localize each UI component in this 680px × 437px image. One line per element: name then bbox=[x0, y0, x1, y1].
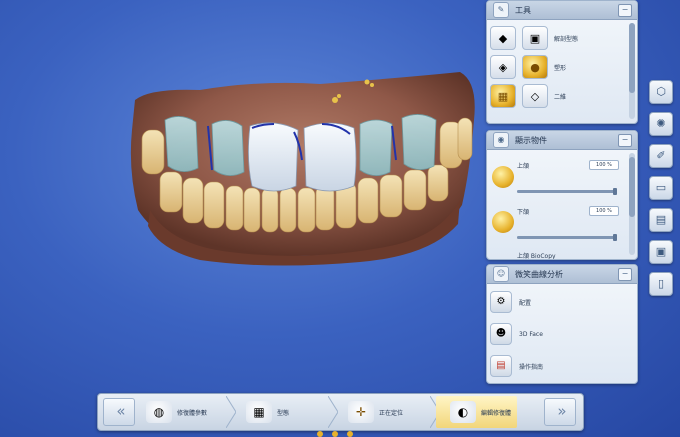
display-objects-panel: ◉ 顯示物件 − 上頜 100 % 下頜 100 % 上頜 BioCopy bbox=[486, 130, 638, 260]
smile-panel-header[interactable]: ☺ 微笑曲線分析 − bbox=[487, 265, 637, 284]
upper-jaw-biocopy-label: 上頜 BioCopy bbox=[517, 253, 556, 260]
display-panel-header[interactable]: ◉ 顯示物件 − bbox=[487, 131, 637, 150]
upper-jaw-icon[interactable] bbox=[492, 166, 514, 188]
display-panel-title: 顯示物件 bbox=[515, 135, 547, 145]
collapse-button[interactable]: − bbox=[618, 4, 632, 17]
smile-item-guide[interactable]: ▤ 操作指南 bbox=[490, 355, 543, 377]
shape-tooth-icon: ● bbox=[522, 55, 548, 79]
tools-panel: ✎ 工具 − ◆ ▣ 解剖型態 ◈ ● 塑形 ▦ ◇ 二維 bbox=[486, 0, 638, 124]
tooth-mesh-icon: ▦ bbox=[246, 401, 272, 423]
scan-icon[interactable]: ▤ bbox=[649, 208, 673, 232]
smile-analysis-panel: ☺ 微笑曲線分析 − ⚙ 配置 ☻ 3D Face ▤ 操作指南 bbox=[486, 264, 638, 384]
lower-jaw-percent[interactable]: 100 % bbox=[589, 206, 619, 216]
tooth-settings-icon: ◍ bbox=[146, 401, 172, 423]
upper-jaw-percent[interactable]: 100 % bbox=[589, 160, 619, 170]
smile-item-label: 操作指南 bbox=[519, 363, 544, 371]
tool-item-shape[interactable]: ◈ ● 塑形 bbox=[490, 54, 566, 80]
tool-item-label: 塑形 bbox=[554, 64, 567, 72]
upper-jaw-label: 上頜 bbox=[517, 163, 530, 170]
collapse-button[interactable]: − bbox=[618, 268, 632, 281]
screen-icon[interactable]: ▭ bbox=[649, 176, 673, 200]
step-label: 修復體參數 bbox=[177, 409, 208, 417]
tooth-view-icon: ▣ bbox=[522, 26, 548, 50]
guide-icon: ▤ bbox=[490, 355, 512, 377]
lower-jaw-opacity-slider[interactable] bbox=[517, 234, 617, 241]
model-view-icon[interactable]: ⬡ bbox=[649, 80, 673, 104]
upper-jaw-opacity-slider[interactable] bbox=[517, 188, 617, 195]
tool-item-anatomy[interactable]: ◆ ▣ 解剖型態 bbox=[490, 25, 578, 51]
tooth-edit-icon: ◐ bbox=[450, 401, 476, 423]
smile-item-label: 配置 bbox=[519, 299, 532, 307]
folder-icon[interactable]: ▣ bbox=[649, 240, 673, 264]
next-step-button[interactable]: » bbox=[544, 398, 576, 426]
workflow-step-edit[interactable]: ◐ 編輯修復體 bbox=[436, 396, 518, 428]
step-separator bbox=[328, 396, 338, 428]
previous-step-button[interactable]: « bbox=[103, 398, 135, 426]
3d-viewport[interactable] bbox=[0, 0, 485, 388]
two-d-icon: ◇ bbox=[522, 84, 548, 108]
smile-icon: ☺ bbox=[493, 266, 509, 282]
workflow-step-positioning[interactable]: ✛ 正在定位 bbox=[348, 396, 403, 428]
step-indicator bbox=[317, 431, 353, 437]
dental-model[interactable] bbox=[0, 0, 485, 388]
lower-jaw-label: 下頜 bbox=[517, 209, 530, 216]
tool-item-label: 解剖型態 bbox=[554, 35, 579, 43]
right-toolbar: ⬡ ✺ ✐ ▭ ▤ ▣ ▯ bbox=[642, 0, 680, 437]
tool-item-2d[interactable]: ▦ ◇ 二維 bbox=[490, 83, 566, 109]
layers-icon: ◈ bbox=[490, 55, 516, 79]
workflow-step-parameters[interactable]: ◍ 修復體參數 bbox=[146, 396, 207, 428]
sun-icon[interactable]: ✺ bbox=[649, 112, 673, 136]
display-scrollbar[interactable] bbox=[629, 153, 635, 255]
tool-item-label: 二維 bbox=[554, 93, 567, 101]
collapse-button[interactable]: − bbox=[618, 134, 632, 147]
step-separator bbox=[226, 396, 236, 428]
step-label: 正在定位 bbox=[379, 409, 404, 417]
tools-icon: ✎ bbox=[493, 2, 509, 18]
grid-icon: ▦ bbox=[490, 84, 516, 108]
smile-item-config[interactable]: ⚙ 配置 bbox=[490, 291, 531, 313]
smile-panel-title: 微笑曲線分析 bbox=[515, 269, 563, 279]
book-icon[interactable]: ▯ bbox=[649, 272, 673, 296]
smile-item-3d-face[interactable]: ☻ 3D Face bbox=[490, 323, 543, 345]
step-label: 型態 bbox=[277, 409, 290, 417]
tools-panel-title: 工具 bbox=[515, 5, 531, 15]
tools-panel-header[interactable]: ✎ 工具 − bbox=[487, 1, 637, 20]
face-3d-icon: ☻ bbox=[490, 323, 512, 345]
display-icon: ◉ bbox=[493, 132, 509, 148]
step-label: 編輯修復體 bbox=[481, 409, 512, 417]
edit-tool-icon[interactable]: ✐ bbox=[649, 144, 673, 168]
workflow-step-shape[interactable]: ▦ 型態 bbox=[246, 396, 289, 428]
workflow-bar: « ◍ 修復體參數 ▦ 型態 ✛ 正在定位 ◐ 編輯修復體 » bbox=[97, 393, 584, 431]
lower-jaw-icon[interactable] bbox=[492, 211, 514, 233]
gear-icon: ⚙ bbox=[490, 291, 512, 313]
tooth-anatomy-icon: ◆ bbox=[490, 26, 516, 50]
tools-scrollbar[interactable] bbox=[629, 23, 635, 119]
smile-item-label: 3D Face bbox=[519, 330, 543, 338]
position-icon: ✛ bbox=[348, 401, 374, 423]
